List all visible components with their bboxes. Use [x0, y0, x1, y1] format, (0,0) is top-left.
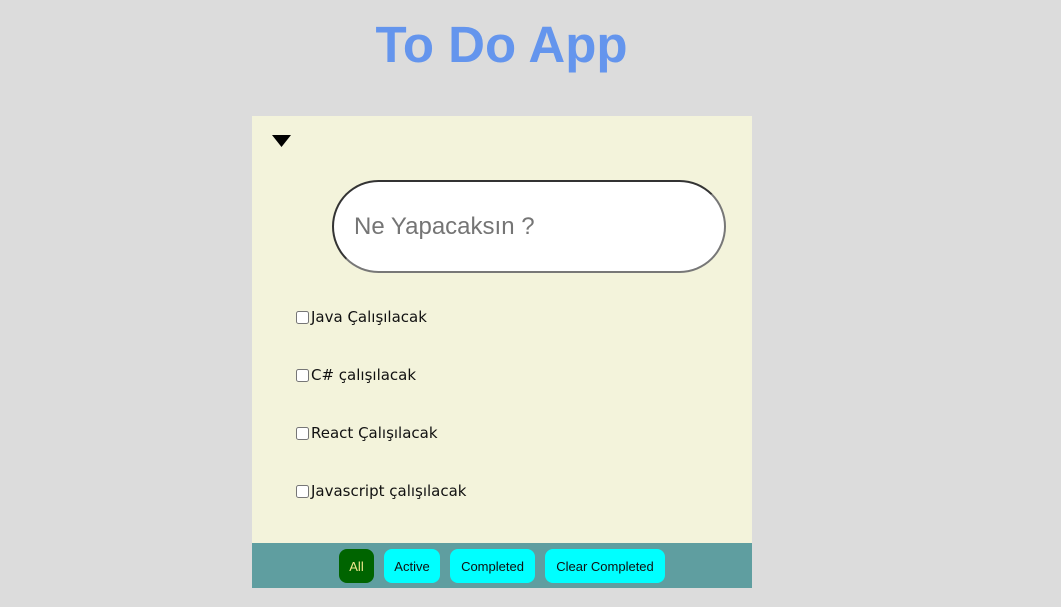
clear-completed-button[interactable]: Clear Completed [545, 549, 665, 583]
todo-item: Javascript çalışılacak [295, 481, 467, 501]
todo-checkbox[interactable] [296, 310, 309, 324]
todo-label: C# çalışılacak [311, 366, 417, 384]
triangle-down-icon[interactable] [272, 135, 291, 147]
todo-label: Java Çalışılacak [311, 308, 427, 326]
filter-completed-button[interactable]: Completed [450, 549, 535, 583]
new-todo-input[interactable] [332, 180, 726, 273]
todo-item: React Çalışılacak [295, 423, 438, 443]
todo-checkbox[interactable] [296, 426, 309, 440]
filter-footer: All Active Completed Clear Completed [252, 543, 752, 588]
todo-item: Java Çalışılacak [295, 307, 427, 327]
todo-card: Java Çalışılacak C# çalışılacak React Ça… [252, 116, 752, 588]
todo-label: Javascript çalışılacak [311, 482, 467, 500]
todo-checkbox[interactable] [296, 368, 309, 382]
todo-label: React Çalışılacak [311, 424, 438, 442]
app-title: To Do App [375, 16, 628, 73]
filter-all-button[interactable]: All [339, 549, 374, 583]
todo-checkbox[interactable] [296, 484, 309, 498]
todo-item: C# çalışılacak [295, 365, 416, 385]
filter-active-button[interactable]: Active [384, 549, 440, 583]
